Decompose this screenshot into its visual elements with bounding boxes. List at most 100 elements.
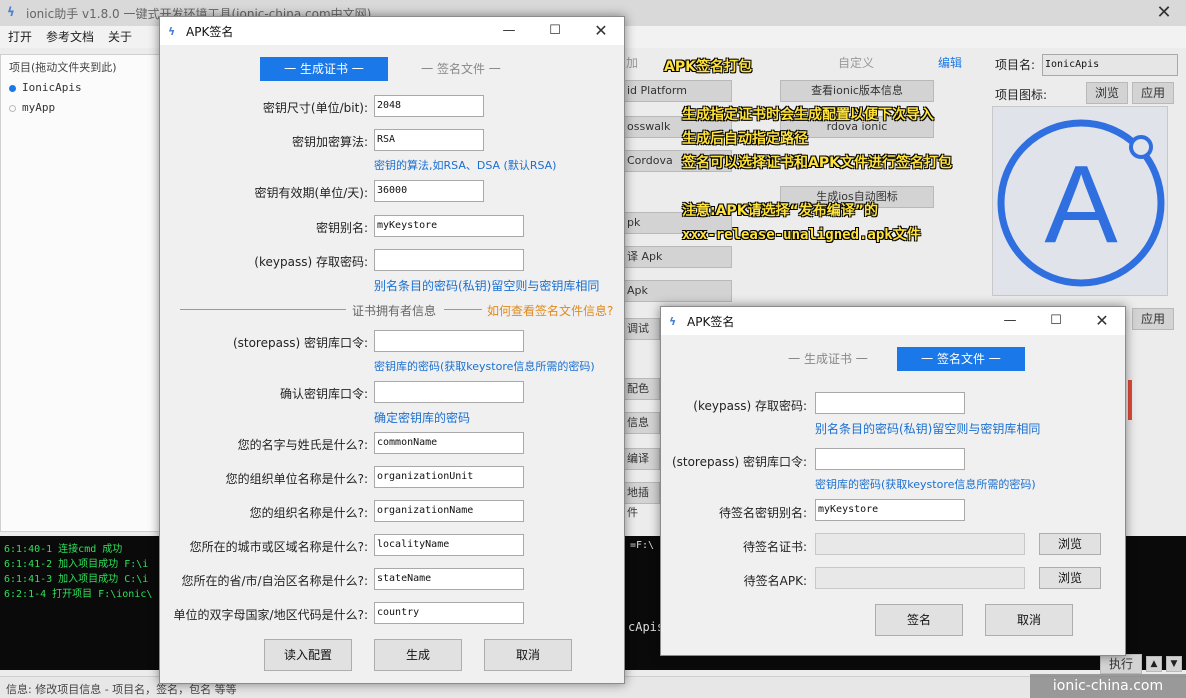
watermark: ionic-china.com	[1030, 674, 1186, 698]
org-name-input[interactable]: organizationName	[374, 500, 524, 522]
keypass-hint: 别名条目的密码(私钥)留空则与密钥库相同	[374, 279, 600, 293]
alias-input[interactable]: myKeystore	[374, 215, 524, 237]
bg-button-debug[interactable]: 调试	[624, 318, 660, 340]
bg-button-compile-apk[interactable]: 译 Apk	[624, 246, 732, 268]
annotation-note: xxx-release-unaligned.apk文件	[682, 227, 921, 243]
org-unit-input[interactable]: organizationUnit	[374, 466, 524, 488]
dialog-app-icon: ϟ	[669, 315, 677, 328]
menu-about[interactable]: 关于	[108, 28, 132, 45]
generate-button[interactable]: 生成	[374, 639, 462, 671]
org-name-label: 您的组织名称是什么?:	[249, 506, 368, 520]
dialog-titlebar: ϟ APK签名 — ☐ ✕	[661, 307, 1125, 335]
project-icon-preview: A	[992, 106, 1168, 296]
browse-apk-button[interactable]: 浏览	[1039, 567, 1101, 589]
sign-button[interactable]: 签名	[875, 604, 963, 636]
menu-open[interactable]: 打开	[8, 28, 32, 45]
main-close-icon[interactable]: ✕	[1148, 0, 1180, 26]
ionic-logo-icon: A	[997, 119, 1165, 287]
algorithm-label: 密钥加密算法:	[291, 135, 368, 149]
view-sign-info-link[interactable]: 如何查看签名文件信息?	[487, 302, 613, 319]
minimize-icon[interactable]: —	[486, 17, 532, 45]
common-name-input[interactable]: commonName	[374, 432, 524, 454]
menu-docs[interactable]: 参考文档	[46, 28, 94, 45]
sign-apk-input[interactable]	[815, 567, 1025, 589]
storepass-label: (storepass) 密钥库口令:	[671, 455, 807, 469]
storepass-hint: 密钥库的密码(获取keystore信息所需的密码)	[374, 360, 595, 373]
maximize-icon[interactable]: ☐	[1033, 307, 1079, 335]
project-panel-header: 项目(拖动文件夹到此)	[9, 61, 117, 74]
sign-apk-label: 待签名APK:	[743, 574, 807, 588]
annotation-line: 签名可以选择证书和APK文件进行签名打包	[682, 155, 952, 171]
tab-sign-file[interactable]: 一 签名文件 一	[406, 57, 516, 81]
load-config-button[interactable]: 读入配置	[264, 639, 352, 671]
execute-button[interactable]: 执行	[1100, 654, 1142, 674]
minimize-icon[interactable]: —	[987, 307, 1033, 335]
state-input[interactable]: stateName	[374, 568, 524, 590]
sign-cert-input[interactable]	[815, 533, 1025, 555]
bg-button-ionic-version[interactable]: 查看ionic版本信息	[780, 80, 934, 102]
annotation-note: 注意:APK请选择“发布编译”的	[682, 203, 878, 219]
keypass-input[interactable]	[815, 392, 965, 414]
console-line: 6:1:41-2 加入项目成功 F:\i	[4, 559, 149, 570]
project-item-myapp[interactable]: myApp	[9, 101, 55, 114]
org-unit-label: 您的组织单位名称是什么?:	[225, 472, 368, 486]
locality-input[interactable]: localityName	[374, 534, 524, 556]
bg-browse-button[interactable]: 浏览	[1086, 82, 1128, 104]
sign-cert-label: 待签名证书:	[742, 540, 807, 554]
bg-button-info[interactable]: 信息	[624, 412, 660, 434]
cancel-button[interactable]: 取消	[484, 639, 572, 671]
bg-button-apk2[interactable]: Apk	[624, 280, 732, 302]
scroll-up-icon[interactable]: ▲	[1146, 656, 1162, 672]
keypass-label: (keypass) 存取密码:	[254, 255, 368, 269]
alias-label: 密钥别名:	[315, 221, 368, 235]
radio-selected-icon	[9, 84, 16, 92]
bg-button-plugins[interactable]: 地插件	[624, 482, 660, 519]
algorithm-input[interactable]: RSA	[374, 129, 484, 151]
project-item-ionicapis[interactable]: IonicApis	[9, 81, 82, 94]
tab-generate-cert[interactable]: 一 生成证书 一	[260, 57, 388, 81]
section-title: 证书拥有者信息	[352, 304, 437, 318]
storepass-input[interactable]	[815, 448, 965, 470]
keypass-input[interactable]	[374, 249, 524, 271]
confirm-storepass-hint: 确定密钥库的密码	[374, 411, 471, 425]
tab-sign-file[interactable]: 一 签名文件 一	[897, 347, 1025, 371]
confirm-storepass-label: 确认密钥库口令:	[279, 387, 368, 401]
bg-tab-edit[interactable]: 编辑	[938, 54, 962, 71]
country-input[interactable]: country	[374, 602, 524, 624]
maximize-icon[interactable]: ☐	[532, 17, 578, 45]
validity-label: 密钥有效期(单位/天):	[254, 186, 368, 200]
bg-apply-button-2[interactable]: 应用	[1132, 308, 1174, 330]
bg-apply-button[interactable]: 应用	[1132, 82, 1174, 104]
key-size-label: 密钥尺寸(单位/bit):	[262, 101, 368, 115]
dialog-title: APK签名	[687, 315, 735, 329]
cancel-button[interactable]: 取消	[985, 604, 1073, 636]
project-panel: 项目(拖动文件夹到此) IonicApis myApp	[0, 54, 162, 532]
annotation-line: 生成指定证书时会生成配置以便下次导入	[682, 107, 934, 123]
console-line: 6:2:1-4 打开项目 F:\ionic\	[4, 589, 153, 600]
browse-cert-button[interactable]: 浏览	[1039, 533, 1101, 555]
locality-label: 您所在的城市或区域名称是什么?:	[189, 540, 368, 554]
red-marker	[1128, 380, 1132, 420]
app-icon: ϟ	[7, 5, 15, 19]
annotation-line: 生成后自动指定路径	[682, 131, 808, 147]
close-icon[interactable]: ✕	[578, 17, 624, 45]
scroll-down-icon[interactable]: ▼	[1166, 656, 1182, 672]
country-label: 单位的双字母国家/地区代码是什么?:	[173, 608, 368, 622]
bg-button-color[interactable]: 配色	[624, 378, 660, 400]
bg-tab-add[interactable]: 加	[626, 54, 638, 71]
bg-button-platform[interactable]: id Platform	[624, 80, 732, 102]
close-icon[interactable]: ✕	[1079, 307, 1125, 335]
validity-input[interactable]: 36000	[374, 180, 484, 202]
bg-button-compile[interactable]: 编译	[624, 448, 660, 470]
confirm-storepass-input[interactable]	[374, 381, 524, 403]
state-label: 您所在的省/市/自治区名称是什么?:	[181, 574, 369, 588]
section-divider-left	[180, 309, 346, 310]
tab-generate-cert[interactable]: 一 生成证书 一	[773, 347, 883, 371]
console-line: 6:1:40-1 连接cmd 成功	[4, 544, 123, 555]
bg-tab-custom[interactable]: 自定义	[838, 54, 874, 71]
sign-alias-input[interactable]: myKeystore	[815, 499, 965, 521]
key-size-input[interactable]: 2048	[374, 95, 484, 117]
storepass-input[interactable]	[374, 330, 524, 352]
project-name-label: 项目名:	[995, 58, 1036, 72]
project-name-input[interactable]: IonicApis	[1042, 54, 1178, 76]
